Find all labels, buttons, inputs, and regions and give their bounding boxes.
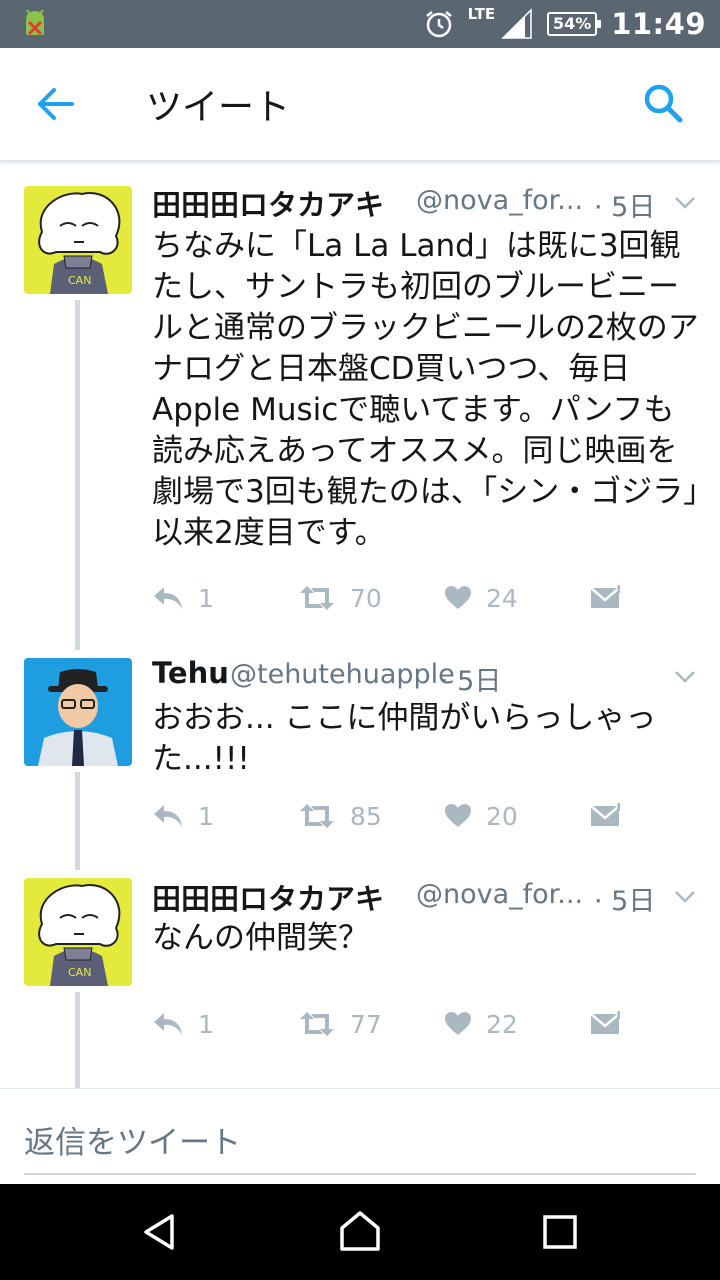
author-name[interactable]: 田田田ロタカアキ — [152, 182, 384, 224]
tweet-actions: 1 85 20 — [152, 796, 672, 836]
author-handle[interactable]: @nova_for... — [416, 879, 583, 910]
direct-message-button[interactable] — [590, 578, 620, 618]
heart-icon — [445, 804, 471, 827]
tweet-actions: 1 77 22 — [152, 1004, 672, 1044]
direct-message-button[interactable] — [590, 796, 620, 836]
direct-message-button[interactable] — [590, 1004, 620, 1044]
tweet-item[interactable]: CAN 田田田ロタカアキ @nova_for... · 5日 ちなみに「La L… — [0, 160, 720, 650]
reply-count: 1 — [198, 583, 214, 613]
nav-recents-icon[interactable] — [542, 1214, 578, 1250]
avatar[interactable] — [24, 658, 132, 766]
like-count: 22 — [486, 1009, 518, 1039]
nav-back-icon[interactable] — [140, 1212, 180, 1252]
search-icon[interactable] — [642, 82, 684, 124]
retweet-icon — [300, 1012, 334, 1036]
heart-icon — [445, 586, 471, 609]
reply-icon — [154, 805, 182, 827]
thread-line — [75, 300, 80, 650]
tweet-text: ちなみに「La La Land」は既に3回観たし、サントラも初回のブルービニール… — [152, 228, 699, 551]
retweet-button[interactable]: 70 — [298, 578, 382, 618]
author-name[interactable]: Tehu — [152, 656, 229, 690]
avatar[interactable]: CAN — [24, 186, 132, 294]
heart-icon — [445, 1012, 471, 1035]
reply-count: 1 — [198, 1009, 214, 1039]
reply-icon — [154, 587, 182, 609]
envelope-icon — [590, 1011, 620, 1034]
tweet-text: おおお... ここに仲間がいらっしゃった...!!! — [152, 700, 657, 777]
thread-line — [75, 992, 80, 1088]
retweet-count: 77 — [350, 1009, 382, 1039]
tweet-item[interactable]: Tehu @tehutehuapple · 5日 おおお... ここに仲間がいら… — [0, 650, 720, 870]
envelope-icon — [590, 803, 620, 826]
tweet-time: · 5日 — [440, 666, 502, 697]
tweet-text: なんの仲間笑？ — [152, 920, 369, 956]
reply-composer[interactable]: 返信をツイート — [0, 1088, 720, 1185]
tweet-item[interactable]: CAN 田田田ロタカアキ @nova_for... · 5日 なんの仲間笑？ 1… — [0, 870, 720, 1088]
network-type-label: LTE — [467, 5, 496, 23]
thread-line — [75, 772, 80, 870]
app-bar: ツイート — [0, 48, 720, 161]
author-handle[interactable]: @nova_for... — [416, 185, 583, 216]
like-button[interactable]: 24 — [444, 578, 518, 618]
battery-indicator: 54% — [547, 12, 602, 36]
clock: 11:49 — [611, 7, 706, 41]
reply-button[interactable]: 1 — [152, 1004, 214, 1044]
retweet-button[interactable]: 85 — [298, 796, 382, 836]
like-button[interactable]: 20 — [444, 796, 518, 836]
back-arrow-icon[interactable] — [36, 84, 76, 124]
author-name[interactable]: 田田田ロタカアキ — [152, 876, 384, 918]
like-button[interactable]: 22 — [444, 1004, 518, 1044]
reply-button[interactable]: 1 — [152, 796, 214, 836]
retweet-icon — [300, 804, 334, 828]
svg-text:CAN: CAN — [68, 274, 91, 287]
nav-home-icon[interactable] — [339, 1210, 381, 1252]
tweet-time: · 5日 — [594, 886, 656, 917]
tweet-time: · 5日 — [594, 192, 656, 223]
reply-input-underline — [24, 1173, 696, 1175]
debug-android-icon — [26, 9, 44, 36]
like-count: 20 — [486, 801, 518, 831]
reply-count: 1 — [198, 801, 214, 831]
like-count: 24 — [486, 583, 518, 613]
signal-strength-icon — [501, 8, 532, 39]
alarm-icon — [425, 11, 452, 38]
chevron-down-icon[interactable] — [674, 890, 696, 904]
chevron-down-icon[interactable] — [674, 196, 696, 210]
avatar[interactable]: CAN — [24, 878, 132, 986]
retweet-count: 85 — [350, 801, 382, 831]
retweet-count: 70 — [350, 583, 382, 613]
envelope-icon — [590, 585, 620, 608]
page-title: ツイート — [146, 87, 291, 128]
status-bar: LTE 54% 11:49 — [0, 0, 720, 48]
retweet-button[interactable]: 77 — [298, 1004, 382, 1044]
retweet-icon — [300, 586, 334, 610]
system-navigation-bar — [0, 1184, 720, 1280]
tweet-actions: 1 70 24 — [152, 578, 672, 618]
reply-button[interactable]: 1 — [152, 578, 214, 618]
reply-icon — [154, 1013, 182, 1035]
author-handle[interactable]: @tehutehuapple — [230, 659, 455, 690]
svg-text:CAN: CAN — [68, 966, 91, 979]
reply-input-placeholder[interactable]: 返信をツイート — [24, 1117, 241, 1162]
chevron-down-icon[interactable] — [674, 670, 696, 684]
